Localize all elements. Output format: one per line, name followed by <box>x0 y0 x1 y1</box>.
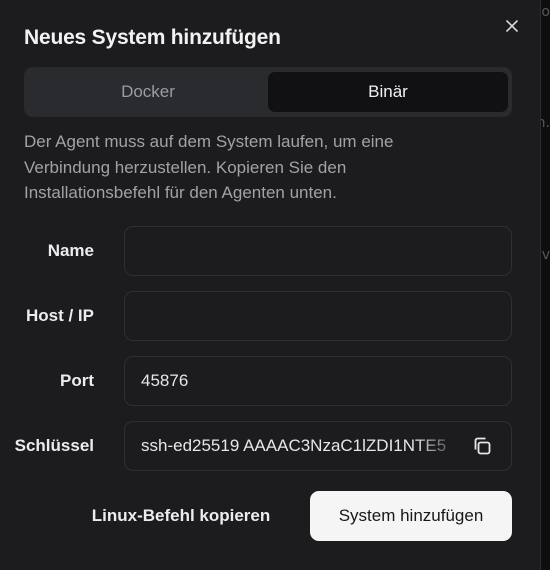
copy-icon[interactable] <box>471 435 493 457</box>
background-text-fragment: o <box>541 4 550 20</box>
tab-binary[interactable]: Binär <box>268 72 508 112</box>
port-label: Port <box>60 371 94 390</box>
dialog-description: Der Agent muss auf dem System laufen, um… <box>24 132 394 202</box>
key-value: ssh-ed25519 AAAAC3NzaC1lZDI1NTE5 <box>141 436 447 455</box>
install-method-tabs: Docker Binär <box>24 67 512 117</box>
key-label: Schlüssel <box>14 436 94 455</box>
name-label: Name <box>47 241 94 260</box>
tab-docker[interactable]: Docker <box>28 72 268 112</box>
host-label: Host / IP <box>25 306 94 325</box>
name-input[interactable] <box>124 226 512 276</box>
port-input[interactable] <box>124 356 512 406</box>
key-field[interactable]: ssh-ed25519 AAAAC3NzaC1lZDI1NTE5 <box>124 421 512 471</box>
add-system-dialog: Neues System hinzufügen Docker Binär Der… <box>0 0 541 570</box>
background-text-fragment: v <box>541 247 550 263</box>
close-icon[interactable] <box>502 16 522 36</box>
add-system-button[interactable]: System hinzufügen <box>310 491 512 541</box>
host-input[interactable] <box>124 291 512 341</box>
copy-linux-command-button[interactable]: Linux-Befehl kopieren <box>76 491 286 541</box>
dialog-title: Neues System hinzufügen <box>24 26 281 49</box>
